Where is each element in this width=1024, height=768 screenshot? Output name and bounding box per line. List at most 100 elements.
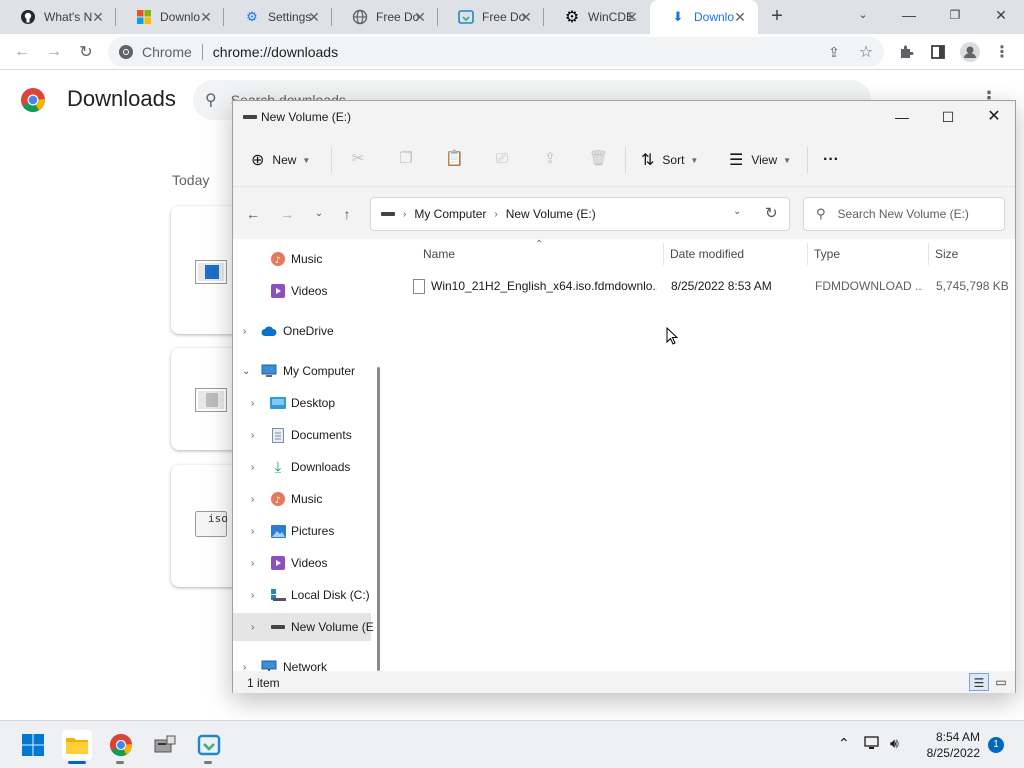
new-button[interactable]: ⊕ New ▼: [251, 148, 310, 172]
details-view-icon[interactable]: ☰: [969, 673, 989, 691]
share-icon[interactable]: ⇪: [822, 40, 846, 64]
profile-avatar[interactable]: [958, 40, 982, 64]
side-panel-icon[interactable]: [926, 40, 950, 64]
chevron-right-icon[interactable]: ›: [251, 494, 254, 505]
system-clock[interactable]: 8:54 AM 8/25/2022: [914, 729, 980, 761]
rename-icon[interactable]: ⎚: [493, 150, 511, 168]
tab-search-icon[interactable]: ⌄: [840, 0, 886, 32]
tab-wincde[interactable]: ⚙ WinCDE ✕: [544, 0, 650, 34]
chevron-down-icon[interactable]: ⌄: [733, 206, 741, 217]
chevron-up-icon[interactable]: ⌃: [838, 735, 850, 752]
paste-icon[interactable]: 📋: [445, 150, 464, 168]
sidebar-item-downloads[interactable]: › ⤓ Downloads: [233, 453, 373, 481]
chrome-menu-icon[interactable]: ⋮: [990, 40, 1014, 64]
restore-icon[interactable]: ❐: [932, 0, 978, 32]
view-button[interactable]: ☰ View ▼: [729, 148, 791, 172]
close-window-icon[interactable]: ✕: [978, 0, 1024, 32]
address-bar[interactable]: Chrome chrome://downloads: [108, 37, 884, 67]
sidebar-item-music-quick[interactable]: ♪ Music: [233, 245, 373, 273]
close-tab-icon[interactable]: ✕: [90, 9, 106, 25]
forward-icon[interactable]: →: [42, 40, 66, 64]
column-header-size[interactable]: Size: [935, 247, 958, 261]
file-explorer-icon[interactable]: [62, 730, 92, 760]
chevron-down-icon[interactable]: ⌄: [242, 366, 250, 377]
forward-icon[interactable]: →: [277, 204, 297, 224]
close-tab-icon[interactable]: ✕: [518, 9, 534, 25]
extensions-icon[interactable]: [894, 40, 918, 64]
search-input[interactable]: ⚲ Search New Volume (E:): [803, 197, 1005, 231]
download-manager-icon[interactable]: [194, 730, 224, 760]
download-card[interactable]: iso: [171, 465, 241, 587]
column-header-type[interactable]: Type: [814, 247, 840, 261]
delete-icon[interactable]: 🗑: [589, 150, 608, 168]
sidebar-item-onedrive[interactable]: › OneDrive: [233, 317, 373, 345]
sidebar-scrollbar[interactable]: [377, 367, 380, 671]
recent-locations-icon[interactable]: ⌄: [309, 204, 329, 224]
chevron-right-icon[interactable]: ›: [243, 662, 246, 672]
close-tab-icon[interactable]: ✕: [412, 9, 428, 25]
close-tab-icon[interactable]: ✕: [306, 9, 322, 25]
tab-downloads-active[interactable]: ⬇ Downlo ✕: [650, 0, 758, 34]
column-header-date[interactable]: Date modified: [670, 247, 744, 261]
sidebar-item-videos-quick[interactable]: Videos: [233, 277, 373, 305]
download-card[interactable]: [171, 206, 241, 334]
chevron-right-icon[interactable]: ›: [251, 430, 254, 441]
tab-free-download-2[interactable]: Free Do ✕: [438, 0, 544, 34]
up-icon[interactable]: ↑: [337, 204, 357, 224]
chevron-right-icon[interactable]: ›: [251, 526, 254, 537]
sidebar-item-new-volume[interactable]: › New Volume (E: [233, 613, 374, 641]
chevron-right-icon[interactable]: ›: [243, 326, 246, 337]
back-icon[interactable]: ←: [243, 204, 263, 224]
refresh-icon[interactable]: ↻: [765, 204, 778, 222]
sidebar-item-documents[interactable]: › Documents: [233, 421, 373, 449]
sidebar-item-my-computer[interactable]: ⌄ My Computer: [233, 357, 373, 385]
chevron-right-icon[interactable]: ›: [251, 558, 254, 569]
address-bar[interactable]: › My Computer › New Volume (E:) ⌄ ↻: [370, 197, 790, 231]
new-tab-button[interactable]: +: [766, 6, 788, 28]
tab-free-download-1[interactable]: Free Do ✕: [332, 0, 438, 34]
maximize-icon[interactable]: ☐: [925, 101, 971, 133]
chevron-right-icon[interactable]: ›: [251, 590, 254, 601]
sidebar-item-network[interactable]: › Network: [233, 653, 373, 671]
close-tab-icon[interactable]: ✕: [198, 9, 214, 25]
column-divider[interactable]: [663, 243, 664, 265]
tiles-view-icon[interactable]: ▭: [991, 673, 1011, 691]
notification-badge[interactable]: 1: [988, 737, 1004, 753]
minimize-icon[interactable]: —: [886, 0, 932, 32]
sidebar-item-local-disk[interactable]: › Local Disk (C:): [233, 581, 373, 609]
copy-icon[interactable]: ❐: [397, 150, 415, 168]
sidebar-item-pictures[interactable]: › Pictures: [233, 517, 373, 545]
sidebar-item-music[interactable]: › ♪ Music: [233, 485, 373, 513]
volume-icon[interactable]: 🔊︎: [890, 735, 899, 752]
chevron-right-icon[interactable]: ›: [251, 398, 254, 409]
share-icon[interactable]: ⇪: [541, 150, 559, 168]
breadcrumb-new-volume[interactable]: New Volume (E:): [506, 207, 596, 221]
bookmark-star-icon[interactable]: ☆: [854, 40, 878, 64]
tab-settings[interactable]: ⚙ Settings ✕: [224, 0, 332, 34]
chrome-icon[interactable]: [106, 730, 136, 760]
column-header-name[interactable]: Name: [423, 247, 455, 261]
tab-whats-new[interactable]: What's N ✕: [0, 0, 116, 34]
close-tab-icon[interactable]: ✕: [732, 9, 748, 25]
column-divider[interactable]: [807, 243, 808, 265]
file-row[interactable]: Win10_21H2_English_x64.iso.fdmdownlo... …: [407, 277, 1009, 295]
sidebar-item-videos[interactable]: › Videos: [233, 549, 373, 577]
chevron-right-icon[interactable]: ›: [251, 622, 254, 633]
download-card[interactable]: [171, 348, 241, 450]
reload-icon[interactable]: ↻: [74, 40, 98, 64]
close-window-icon[interactable]: ✕: [971, 101, 1017, 133]
tab-downloads-ms[interactable]: Downlo ✕: [116, 0, 224, 34]
close-tab-icon[interactable]: ✕: [624, 9, 640, 25]
start-icon[interactable]: [18, 730, 48, 760]
sidebar-item-desktop[interactable]: › Desktop: [233, 389, 373, 417]
see-more-icon[interactable]: ···: [823, 148, 839, 172]
breadcrumb-my-computer[interactable]: My Computer: [414, 207, 486, 221]
column-divider[interactable]: [928, 243, 929, 265]
network-status-icon[interactable]: [864, 735, 882, 754]
chevron-right-icon[interactable]: ›: [251, 462, 254, 473]
minimize-icon[interactable]: —: [879, 101, 925, 133]
cut-icon[interactable]: ✂: [349, 150, 367, 168]
usb-tool-icon[interactable]: [150, 730, 180, 760]
back-icon[interactable]: ←: [10, 40, 34, 64]
sort-button[interactable]: ⇅ Sort ▼: [641, 148, 698, 172]
